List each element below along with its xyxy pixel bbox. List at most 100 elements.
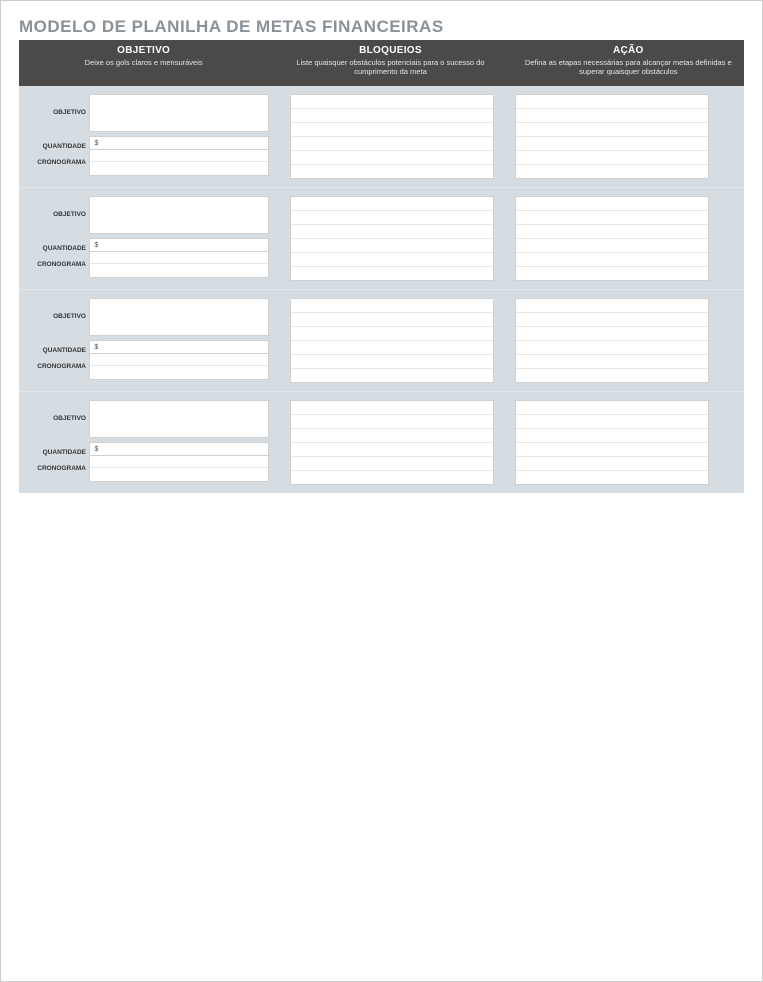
bloqueio-input[interactable] bbox=[291, 313, 493, 327]
acao-input[interactable] bbox=[516, 327, 708, 341]
bloqueio-input[interactable] bbox=[291, 165, 493, 178]
objetivo-input[interactable] bbox=[89, 400, 269, 438]
acao-input[interactable] bbox=[516, 429, 708, 443]
quantidade-input[interactable] bbox=[103, 340, 269, 354]
acao-input[interactable] bbox=[516, 313, 708, 327]
cronograma-input[interactable] bbox=[90, 354, 268, 367]
spacer bbox=[269, 298, 290, 383]
acao-column bbox=[515, 298, 709, 383]
objetivo-input[interactable] bbox=[89, 94, 269, 132]
spacer bbox=[269, 94, 290, 179]
bloqueios-column bbox=[290, 400, 494, 485]
cronograma-input[interactable] bbox=[90, 366, 268, 379]
bloqueio-input[interactable] bbox=[291, 429, 493, 443]
bloqueio-input[interactable] bbox=[291, 355, 493, 369]
bloqueio-input[interactable] bbox=[291, 137, 493, 151]
cronograma-input[interactable] bbox=[90, 264, 268, 277]
acao-input[interactable] bbox=[516, 137, 708, 151]
bloqueio-input[interactable] bbox=[291, 151, 493, 165]
quantidade-row: $ bbox=[89, 136, 269, 150]
bloqueio-input[interactable] bbox=[291, 471, 493, 484]
cronograma-box bbox=[89, 354, 269, 380]
acao-input[interactable] bbox=[516, 239, 708, 253]
quantidade-row: $ bbox=[89, 238, 269, 252]
acao-input[interactable] bbox=[516, 267, 708, 280]
acao-input[interactable] bbox=[516, 109, 708, 123]
objetivo-input[interactable] bbox=[89, 196, 269, 234]
acao-input[interactable] bbox=[516, 197, 708, 211]
bloqueio-input[interactable] bbox=[291, 123, 493, 137]
bloqueio-input[interactable] bbox=[291, 401, 493, 415]
currency-symbol: $ bbox=[89, 442, 103, 456]
bloqueio-input[interactable] bbox=[291, 225, 493, 239]
goal-block: OBJETIVO QUANTIDADECRONOGRAMA$ bbox=[19, 86, 744, 188]
bloqueio-input[interactable] bbox=[291, 457, 493, 471]
acao-input[interactable] bbox=[516, 151, 708, 165]
acao-input[interactable] bbox=[516, 225, 708, 239]
acao-input[interactable] bbox=[516, 253, 708, 267]
header-bloqueios: BLOQUEIOS Liste quaisquer obstáculos pot… bbox=[268, 40, 512, 86]
label-quantidade: QUANTIDADE bbox=[19, 238, 86, 252]
bloqueio-input[interactable] bbox=[291, 95, 493, 109]
bloqueio-input[interactable] bbox=[291, 443, 493, 457]
cronograma-input[interactable] bbox=[90, 252, 268, 265]
bloqueio-input[interactable] bbox=[291, 239, 493, 253]
cronograma-input[interactable] bbox=[90, 150, 268, 163]
bloqueios-column bbox=[290, 298, 494, 383]
spacer bbox=[269, 196, 290, 281]
acao-input[interactable] bbox=[516, 457, 708, 471]
bloqueio-input[interactable] bbox=[291, 299, 493, 313]
acao-input[interactable] bbox=[516, 123, 708, 137]
objetivo-column: $ bbox=[89, 400, 269, 485]
bloqueio-input[interactable] bbox=[291, 341, 493, 355]
acao-input[interactable] bbox=[516, 443, 708, 457]
cronograma-input[interactable] bbox=[90, 468, 268, 481]
label-objetivo: OBJETIVO bbox=[19, 196, 86, 234]
label-quantidade: QUANTIDADE bbox=[19, 136, 86, 150]
acao-column bbox=[515, 400, 709, 485]
spacer bbox=[269, 400, 290, 485]
cronograma-box bbox=[89, 456, 269, 482]
acao-input[interactable] bbox=[516, 355, 708, 369]
bloqueio-input[interactable] bbox=[291, 415, 493, 429]
label-objetivo: OBJETIVO bbox=[19, 94, 86, 132]
objetivo-column: $ bbox=[89, 196, 269, 281]
goal-block: OBJETIVOQUANTIDADECRONOGRAMA$ bbox=[19, 188, 744, 290]
header-acao: AÇÃO Defina as etapas necessárias para a… bbox=[513, 40, 744, 86]
bloqueio-input[interactable] bbox=[291, 211, 493, 225]
acao-input[interactable] bbox=[516, 165, 708, 178]
acao-input[interactable] bbox=[516, 95, 708, 109]
header-bloqueios-sub: Liste quaisquer obstáculos potenciais pa… bbox=[276, 58, 504, 77]
bloqueio-input[interactable] bbox=[291, 197, 493, 211]
quantidade-input[interactable] bbox=[103, 238, 269, 252]
label-cronograma: CRONOGRAMA bbox=[19, 150, 86, 176]
bloqueios-column bbox=[290, 196, 494, 281]
spacer bbox=[494, 196, 515, 281]
cronograma-input[interactable] bbox=[90, 162, 268, 175]
currency-symbol: $ bbox=[89, 340, 103, 354]
acao-input[interactable] bbox=[516, 341, 708, 355]
acao-column bbox=[515, 196, 709, 281]
cronograma-input[interactable] bbox=[90, 456, 268, 469]
labels-column: OBJETIVOQUANTIDADECRONOGRAMA bbox=[19, 298, 89, 383]
acao-input[interactable] bbox=[516, 401, 708, 415]
bloqueios-column bbox=[290, 94, 494, 179]
acao-input[interactable] bbox=[516, 369, 708, 382]
acao-input[interactable] bbox=[516, 415, 708, 429]
bloqueio-input[interactable] bbox=[291, 267, 493, 280]
acao-input[interactable] bbox=[516, 299, 708, 313]
bloqueio-input[interactable] bbox=[291, 327, 493, 341]
bloqueio-input[interactable] bbox=[291, 109, 493, 123]
currency-symbol: $ bbox=[89, 238, 103, 252]
goal-block: OBJETIVOQUANTIDADECRONOGRAMA$ bbox=[19, 290, 744, 392]
quantidade-input[interactable] bbox=[103, 136, 269, 150]
goal-block: OBJETIVOQUANTIDADECRONOGRAMA$ bbox=[19, 392, 744, 493]
header-acao-label: AÇÃO bbox=[521, 45, 736, 56]
acao-input[interactable] bbox=[516, 471, 708, 484]
objetivo-input[interactable] bbox=[89, 298, 269, 336]
quantidade-input[interactable] bbox=[103, 442, 269, 456]
bloqueio-input[interactable] bbox=[291, 369, 493, 382]
bloqueio-input[interactable] bbox=[291, 253, 493, 267]
acao-input[interactable] bbox=[516, 211, 708, 225]
page-title: MODELO DE PLANILHA DE METAS FINANCEIRAS bbox=[19, 17, 744, 37]
